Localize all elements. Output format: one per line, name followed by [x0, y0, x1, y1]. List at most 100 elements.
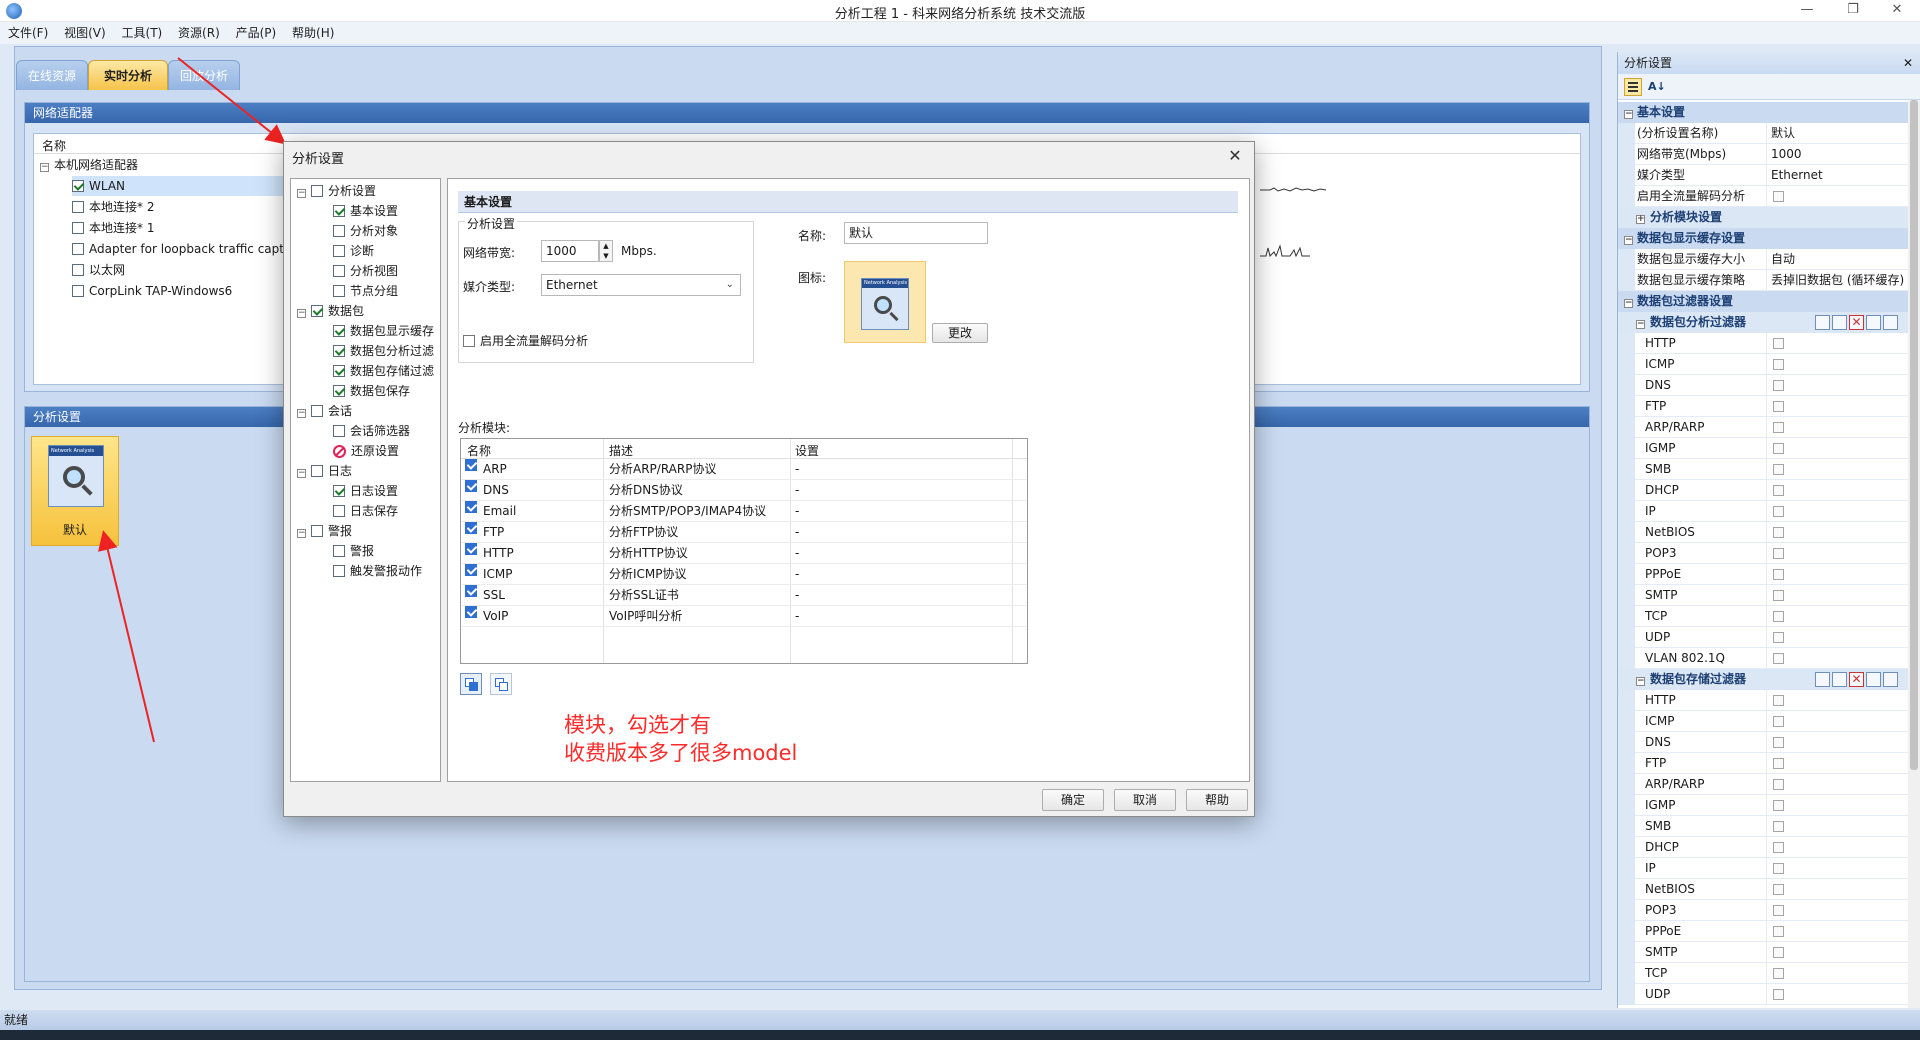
collapse-icon[interactable]: −	[1636, 320, 1645, 329]
tree-checkbox[interactable]	[311, 405, 323, 417]
filter-checkbox[interactable]	[1773, 506, 1784, 517]
module-checkbox[interactable]	[465, 543, 477, 555]
collapse-icon[interactable]: −	[297, 189, 306, 198]
tree-node-session-filter[interactable]: 会话筛选器	[333, 421, 410, 441]
module-checkbox[interactable]	[465, 606, 477, 618]
filter-checkbox[interactable]	[1773, 590, 1784, 601]
module-checkbox[interactable]	[465, 459, 477, 471]
filter-row[interactable]: IP	[1618, 501, 1908, 522]
filter-checkbox[interactable]	[1773, 401, 1784, 412]
filter-row[interactable]: DHCP	[1618, 480, 1908, 501]
module-row-email[interactable]: Email 分析SMTP/POP3/IMAP4协议 -	[461, 501, 1027, 522]
filter-checkbox[interactable]	[1773, 380, 1784, 391]
tree-node-logs[interactable]: − 日志	[297, 461, 352, 481]
dialog-close-icon[interactable]: ✕	[1222, 144, 1248, 168]
filter-checkbox[interactable]	[1773, 527, 1784, 538]
module-row-ftp[interactable]: FTP 分析FTP协议 -	[461, 522, 1027, 543]
module-row-voip[interactable]: VoIP VoIP呼叫分析 -	[461, 606, 1027, 627]
filter-checkbox[interactable]	[1773, 968, 1784, 979]
filter-checkbox[interactable]	[1773, 842, 1784, 853]
tree-node-log-save[interactable]: 日志保存	[333, 501, 398, 521]
filter-checkbox[interactable]	[1773, 863, 1784, 874]
tree-node-diagnosis[interactable]: 诊断	[333, 241, 374, 261]
tree-checkbox[interactable]	[311, 185, 323, 197]
filter-row[interactable]: DNS	[1618, 732, 1908, 753]
filter-checkbox[interactable]	[1773, 695, 1784, 706]
filter-checkbox[interactable]	[1773, 800, 1784, 811]
filter-row[interactable]: SMB	[1618, 816, 1908, 837]
filter-row[interactable]: UDP	[1618, 627, 1908, 648]
property-value[interactable]: Ethernet	[1769, 165, 1908, 186]
filter-row[interactable]: UDP	[1618, 984, 1908, 1005]
tree-checkbox[interactable]	[333, 485, 345, 497]
category-filters[interactable]: − 数据包过滤器设置	[1618, 291, 1908, 312]
export-filter-icon[interactable]	[1883, 672, 1898, 687]
filter-checkbox[interactable]	[1773, 905, 1784, 916]
property-value[interactable]: 自动	[1769, 249, 1908, 270]
tree-node-packet-save[interactable]: 数据包保存	[333, 381, 410, 401]
filter-row[interactable]: POP3	[1618, 543, 1908, 564]
close-icon[interactable]: ✕	[1903, 52, 1913, 74]
tree-checkbox[interactable]	[333, 285, 345, 297]
category-basic[interactable]: − 基本设置	[1618, 102, 1908, 123]
full-decode-checkbox[interactable]	[463, 335, 475, 347]
filter-checkbox[interactable]	[1773, 338, 1784, 349]
filter-row[interactable]: FTP	[1618, 396, 1908, 417]
category-storage-filter[interactable]: − 数据包存储过滤器 ✕	[1618, 669, 1908, 690]
filter-checkbox[interactable]	[1773, 758, 1784, 769]
deselect-all-icon[interactable]	[490, 673, 512, 695]
tree-node-views[interactable]: 分析视图	[333, 261, 398, 281]
filter-checkbox[interactable]	[1773, 485, 1784, 496]
filter-row[interactable]: ICMP	[1618, 354, 1908, 375]
expand-icon[interactable]: +	[1636, 215, 1645, 224]
module-row-http[interactable]: HTTP 分析HTTP协议 -	[461, 543, 1027, 564]
collapse-icon[interactable]: −	[297, 409, 306, 418]
filter-checkbox[interactable]	[1773, 464, 1784, 475]
filter-checkbox[interactable]	[1773, 737, 1784, 748]
filter-checkbox[interactable]	[1773, 779, 1784, 790]
collapse-icon[interactable]: −	[1624, 236, 1633, 245]
tree-checkbox[interactable]	[333, 545, 345, 557]
property-row[interactable]: (分析设置名称) 默认	[1618, 123, 1908, 144]
filter-row[interactable]: PPPoE	[1618, 564, 1908, 585]
filter-row[interactable]: VLAN 802.1Q	[1618, 648, 1908, 669]
property-scrollbar[interactable]	[1908, 100, 1920, 1008]
import-filter-icon[interactable]	[1866, 315, 1881, 330]
category-display-cache[interactable]: − 数据包显示缓存设置	[1618, 228, 1908, 249]
property-row[interactable]: 数据包显示缓存大小 自动	[1618, 249, 1908, 270]
filter-checkbox[interactable]	[1773, 947, 1784, 958]
filter-checkbox[interactable]	[1773, 611, 1784, 622]
media-select[interactable]: Ethernet ⌄	[541, 274, 741, 296]
collapse-icon[interactable]: −	[297, 529, 306, 538]
tree-node-basic[interactable]: 基本设置	[333, 201, 398, 221]
tree-node-restore[interactable]: 还原设置	[333, 441, 399, 461]
bandwidth-input[interactable]: 1000	[541, 240, 599, 262]
module-checkbox[interactable]	[465, 480, 477, 492]
tree-checkbox[interactable]	[333, 225, 345, 237]
edit-filter-icon[interactable]	[1832, 672, 1847, 687]
collapse-icon[interactable]: −	[297, 309, 306, 318]
import-filter-icon[interactable]	[1866, 672, 1881, 687]
tree-node-display-cache[interactable]: 数据包显示缓存	[333, 321, 434, 341]
tree-node-sessions[interactable]: − 会话	[297, 401, 352, 421]
collapse-icon[interactable]: −	[1636, 677, 1645, 686]
filter-row[interactable]: IP	[1618, 858, 1908, 879]
help-button[interactable]: 帮助	[1186, 789, 1248, 811]
tree-checkbox[interactable]	[333, 425, 345, 437]
category-analysis-filter[interactable]: − 数据包分析过滤器 ✕	[1618, 312, 1908, 333]
filter-row[interactable]: SMB	[1618, 459, 1908, 480]
profile-icon-preview[interactable]: Network Analysis	[844, 261, 926, 343]
filter-row[interactable]: POP3	[1618, 900, 1908, 921]
filter-row[interactable]: ICMP	[1618, 711, 1908, 732]
filter-row[interactable]: FTP	[1618, 753, 1908, 774]
edit-filter-icon[interactable]	[1832, 315, 1847, 330]
filter-row[interactable]: DNS	[1618, 375, 1908, 396]
collapse-icon[interactable]: −	[297, 469, 306, 478]
change-icon-button[interactable]: 更改	[932, 323, 988, 343]
filter-checkbox[interactable]	[1773, 443, 1784, 454]
filter-row[interactable]: SMTP	[1618, 942, 1908, 963]
filter-row[interactable]: NetBIOS	[1618, 879, 1908, 900]
tree-checkbox[interactable]	[333, 345, 345, 357]
tree-checkbox[interactable]	[333, 325, 345, 337]
filter-row[interactable]: HTTP	[1618, 333, 1908, 354]
